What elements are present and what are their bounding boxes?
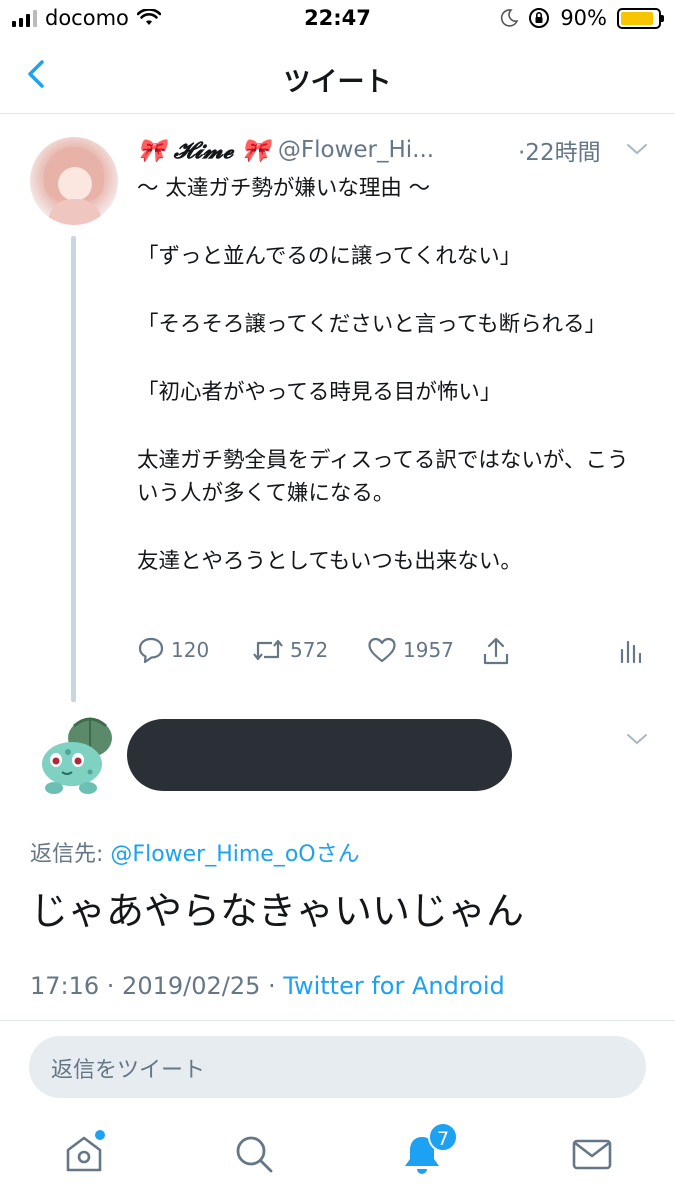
page-title: ツイート bbox=[283, 67, 392, 98]
heart-icon bbox=[368, 637, 396, 663]
tweet-line: 「そろそろ譲ってくださいと言っても断られる」 bbox=[137, 312, 607, 337]
status-bar: docomo 22:47 90% bbox=[0, 0, 675, 38]
tweet-line bbox=[137, 273, 642, 308]
reply-count: 120 bbox=[171, 638, 210, 662]
analytics-icon bbox=[620, 640, 641, 664]
client-link[interactable]: Twitter for Android bbox=[283, 972, 504, 1000]
share-button[interactable] bbox=[482, 636, 510, 666]
battery-percent: 90% bbox=[560, 6, 607, 30]
chevron-down-icon[interactable] bbox=[625, 142, 649, 156]
reply-placeholder: 返信をツイート bbox=[51, 1058, 206, 1083]
tweet-line: 友達とやろうとしてもいつも出来ない。 bbox=[137, 549, 522, 574]
tweet-time: ·22時間 bbox=[518, 140, 601, 166]
tweet-line: 「ずっと並んでるのに譲ってくれない」 bbox=[137, 244, 522, 269]
divider bbox=[0, 1020, 675, 1021]
orientation-lock-icon bbox=[529, 8, 550, 28]
retweet-icon bbox=[253, 639, 283, 661]
chevron-down-icon[interactable] bbox=[625, 732, 649, 746]
analytics-button[interactable] bbox=[619, 636, 641, 664]
reply-button[interactable]: 120 bbox=[137, 636, 209, 664]
reply-icon bbox=[138, 637, 164, 664]
timestamp: 17:16 · 2019/02/25 · bbox=[30, 972, 284, 1000]
tab-bar: 7 bbox=[0, 1110, 675, 1200]
thread-line bbox=[71, 236, 76, 702]
retweet-button[interactable]: 572 bbox=[252, 636, 328, 664]
reply-input[interactable]: 返信をツイート bbox=[29, 1036, 646, 1098]
share-icon bbox=[483, 637, 509, 665]
reply-tweet-text: じゃあやらなきゃいいじゃん bbox=[30, 889, 525, 933]
moon-icon bbox=[501, 9, 519, 27]
reply-to-handle[interactable]: @Flower_Hime_oOさん bbox=[110, 842, 359, 867]
user-handle[interactable]: @Flower_Hi... bbox=[278, 137, 434, 163]
like-button[interactable]: 1957 bbox=[367, 636, 454, 664]
tweet-line: 「初心者がやってる時見る目が怖い」 bbox=[137, 380, 502, 405]
tweet-line bbox=[137, 205, 642, 240]
search-icon[interactable] bbox=[232, 1132, 276, 1176]
avatar[interactable] bbox=[30, 137, 118, 225]
redacted-name bbox=[127, 719, 512, 791]
tweet-meta: 17:16 · 2019/02/25 · Twitter for Android bbox=[30, 972, 505, 1000]
tweet-line bbox=[137, 409, 642, 444]
display-name[interactable]: 🎀 𝓗𝓲𝓶𝓮 🎀 bbox=[137, 137, 270, 164]
mail-icon[interactable] bbox=[570, 1132, 614, 1176]
tweet-actions: 120 572 1957 bbox=[137, 636, 657, 672]
notification-badge: 7 bbox=[428, 1122, 458, 1152]
tweet-line: 太達ガチ勢全員をディスってる訳ではないが、こういう人が多くて嫌になる。 bbox=[137, 448, 629, 506]
avatar[interactable] bbox=[38, 712, 116, 796]
status-right: 90% bbox=[500, 6, 664, 30]
tweet-line: 〜 太達ガチ勢が嫌いな理由 〜 bbox=[137, 176, 431, 201]
reply-to-label: 返信先: bbox=[30, 842, 104, 867]
battery-icon bbox=[617, 7, 664, 29]
retweet-count: 572 bbox=[290, 638, 329, 662]
tweet-line bbox=[137, 341, 642, 376]
top-bar: ツイート bbox=[0, 38, 675, 114]
reply-to-line: 返信先: @Flower_Hime_oOさん bbox=[30, 836, 360, 868]
tweet-header: 🎀 𝓗𝓲𝓶𝓮 🎀 @Flower_Hi... ·22時間 bbox=[137, 133, 657, 167]
tweet-line bbox=[137, 510, 642, 545]
tweet-text: 〜 太達ガチ勢が嫌いな理由 〜 「ずっと並んでるのに譲ってくれない」 「そろそろ… bbox=[137, 172, 642, 578]
like-count: 1957 bbox=[403, 638, 454, 662]
home-new-dot bbox=[95, 1130, 105, 1140]
